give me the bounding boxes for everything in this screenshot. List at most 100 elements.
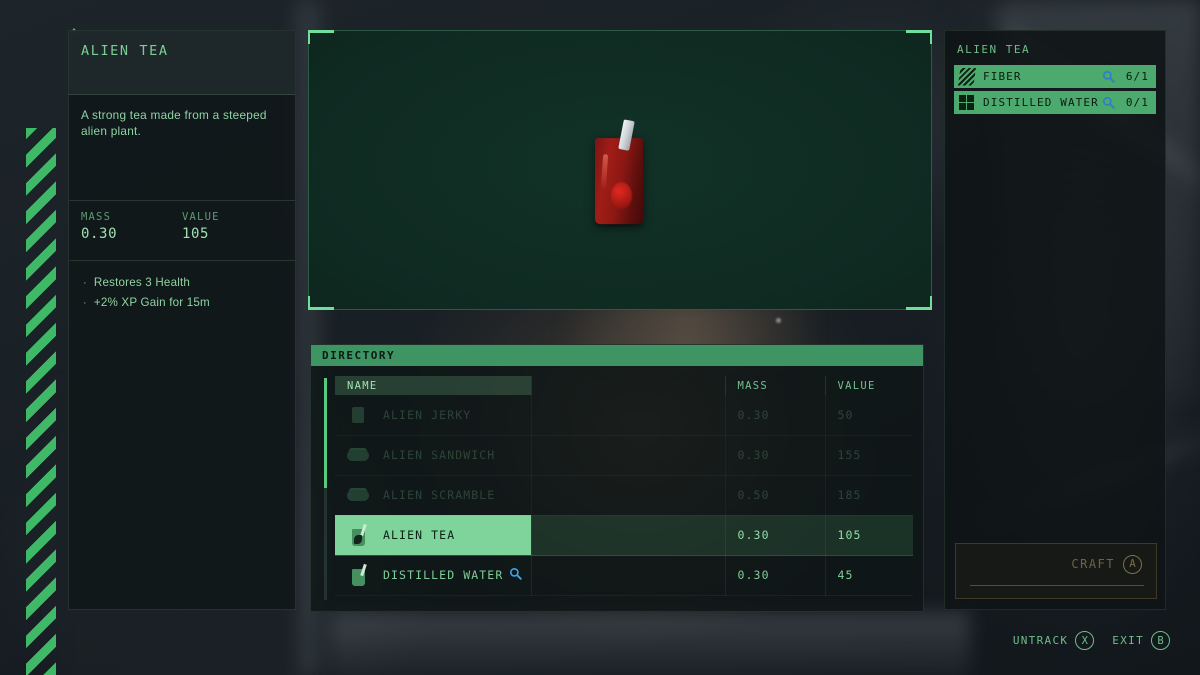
- directory-header: DIRECTORY: [311, 345, 923, 366]
- column-header-value[interactable]: VALUE: [825, 376, 913, 395]
- station-label: COOKING STATION: [0, 18, 4, 152]
- ingredient-count: 0/1: [1125, 96, 1149, 109]
- bg-counter: [330, 612, 970, 675]
- exit-prompt[interactable]: EXIT B: [1112, 631, 1170, 650]
- ingredient-name: DISTILLED WATER: [983, 96, 1099, 109]
- preview-edge: [931, 30, 932, 310]
- stat-value: VALUE 105: [182, 211, 283, 260]
- scrollbar-thumb[interactable]: [324, 378, 327, 488]
- corner-bracket-icon: [906, 30, 932, 44]
- row-mass: 0.30: [725, 555, 826, 596]
- bullet-icon: ·: [83, 297, 87, 309]
- row-name: ALIEN SCRAMBLE: [383, 488, 496, 502]
- row-name: ALIEN TEA: [383, 528, 456, 542]
- ingredient-count: 6/1: [1125, 70, 1149, 83]
- craft-label: CRAFT: [1071, 557, 1115, 571]
- item-description: A strong tea made from a steeped alien p…: [81, 108, 267, 138]
- button-prompts: UNTRACK X EXIT B: [995, 631, 1170, 650]
- effect-item: · +2% XP Gain for 15m: [83, 293, 283, 313]
- row-mass: 0.50: [725, 475, 826, 516]
- corner-bracket-icon: [906, 296, 932, 310]
- cooking-station-screen: COOKING STATION ALIEN TEA A strong tea m…: [0, 0, 1200, 675]
- effect-text: +2% XP Gain for 15m: [93, 296, 210, 309]
- untrack-label: UNTRACK: [1012, 634, 1069, 647]
- station-sidebar: COOKING STATION: [26, 0, 79, 675]
- preview-edge: [308, 30, 932, 31]
- magnifier-icon[interactable]: [1102, 96, 1115, 109]
- row-value: 105: [825, 515, 913, 556]
- table-row[interactable]: ALIEN SCRAMBLE 0.50 185: [335, 475, 913, 516]
- ingredients-title: ALIEN TEA: [957, 43, 1031, 56]
- row-mid-cell: [531, 475, 726, 516]
- hazard-stripes: [26, 128, 56, 675]
- jerky-icon: [345, 402, 371, 428]
- directory-header-label: DIRECTORY: [322, 349, 396, 362]
- column-header-name[interactable]: NAME: [335, 376, 532, 395]
- item-info-panel: ALIEN TEA A strong tea made from a steep…: [68, 30, 296, 610]
- row-mass: 0.30: [725, 515, 826, 556]
- directory-panel: DIRECTORY NAME MASS VALUE ALIEN JERKY 0.…: [310, 344, 924, 612]
- directory-scrollbar[interactable]: [324, 378, 327, 600]
- stat-mass: MASS 0.30: [81, 211, 182, 260]
- ingredients-panel: ALIEN TEA FIBER 6/1 DISTILLED WATER 0/1 …: [944, 30, 1166, 610]
- row-name-cell[interactable]: ALIEN TEA: [335, 515, 532, 556]
- row-value: 45: [825, 555, 913, 596]
- magnifier-icon[interactable]: [509, 567, 523, 583]
- bullet-icon: ·: [83, 277, 87, 289]
- magnifier-icon[interactable]: [1102, 70, 1115, 83]
- recipe-table: NAME MASS VALUE ALIEN JERKY 0.30 50 ALIE…: [335, 376, 913, 596]
- sandwich-icon: [345, 442, 371, 468]
- row-name-cell[interactable]: ALIEN SCRAMBLE: [335, 475, 532, 516]
- mass-label: MASS: [81, 211, 112, 223]
- value-label: VALUE: [182, 211, 220, 223]
- value-value: 105: [182, 226, 210, 242]
- row-name-cell[interactable]: DISTILLED WATER: [335, 555, 532, 596]
- row-name: ALIEN JERKY: [383, 407, 472, 422]
- mass-value: 0.30: [81, 226, 118, 242]
- row-name-cell[interactable]: ALIEN JERKY: [335, 395, 532, 436]
- preview-edge: [308, 30, 309, 310]
- row-name-cell[interactable]: ALIEN SANDWICH: [335, 435, 532, 476]
- drink-pouch-icon: [593, 119, 647, 228]
- button-prompt-x-icon: X: [1075, 631, 1095, 650]
- ingredient-name: FIBER: [983, 70, 1022, 83]
- item-title-box: ALIEN TEA: [69, 31, 295, 95]
- fiber-icon: [958, 67, 976, 86]
- effect-item: · Restores 3 Health: [83, 273, 283, 293]
- column-header-mass[interactable]: MASS: [725, 376, 826, 395]
- scramble-icon: [345, 482, 371, 508]
- table-header-row: NAME MASS VALUE: [335, 376, 913, 395]
- row-value: 155: [825, 435, 913, 476]
- untrack-prompt[interactable]: UNTRACK X: [1012, 631, 1095, 650]
- row-mass: 0.30: [725, 395, 826, 436]
- row-name: DISTILLED WATER: [383, 568, 504, 582]
- item-description-box: A strong tea made from a steeped alien p…: [69, 95, 295, 201]
- row-value: 50: [825, 395, 913, 436]
- row-mid-cell: [531, 435, 726, 476]
- item-preview-pane[interactable]: [308, 30, 932, 310]
- table-row[interactable]: ALIEN SANDWICH 0.30 155: [335, 435, 913, 476]
- table-row-selected[interactable]: ALIEN TEA 0.30 105: [335, 515, 913, 556]
- craft-underline: [970, 585, 1144, 586]
- table-row[interactable]: DISTILLED WATER 0.30 45: [335, 555, 913, 596]
- row-name: ALIEN SANDWICH: [383, 448, 496, 462]
- grid-icon: [958, 94, 976, 112]
- item-stats-box: MASS 0.30 VALUE 105: [69, 201, 295, 261]
- directory-body: NAME MASS VALUE ALIEN JERKY 0.30 50 ALIE…: [311, 366, 923, 611]
- row-mid-cell: [531, 515, 726, 556]
- tea-icon: [345, 522, 371, 548]
- effect-text: Restores 3 Health: [93, 276, 191, 289]
- corner-bracket-icon: [308, 296, 334, 310]
- row-value: 185: [825, 475, 913, 516]
- craft-button[interactable]: CRAFT A: [955, 543, 1157, 599]
- exit-label: EXIT: [1112, 634, 1144, 647]
- row-mid-cell: [531, 395, 726, 436]
- bg-light-dot: [776, 318, 781, 323]
- button-prompt-b-icon: B: [1151, 631, 1170, 650]
- item-title: ALIEN TEA: [81, 43, 169, 59]
- ingredient-row-fiber[interactable]: FIBER 6/1: [954, 65, 1156, 88]
- column-header-blank: [531, 376, 726, 395]
- table-row[interactable]: ALIEN JERKY 0.30 50: [335, 395, 913, 436]
- item-effects-box: · Restores 3 Health · +2% XP Gain for 15…: [69, 261, 295, 609]
- ingredient-row-distilled-water[interactable]: DISTILLED WATER 0/1: [954, 91, 1156, 114]
